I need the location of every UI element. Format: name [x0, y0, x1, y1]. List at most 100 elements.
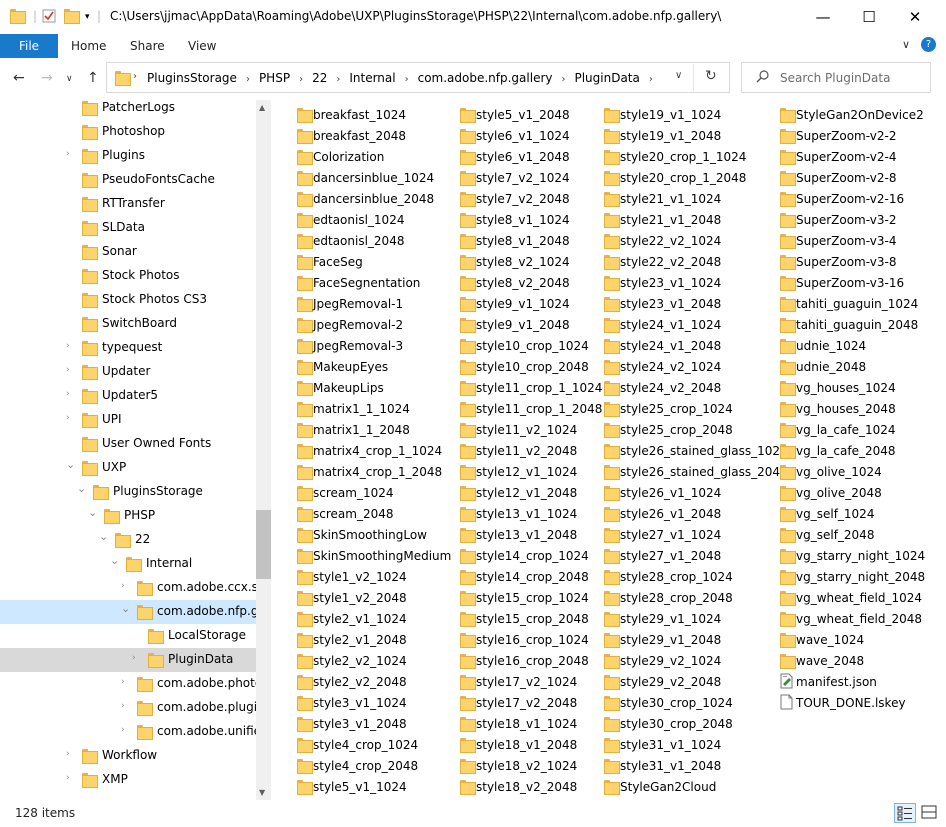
breadcrumb-phsp[interactable]: PHSP [259, 71, 290, 85]
nav-item-updater5[interactable]: › Updater5 [0, 384, 256, 408]
chevron-right-icon[interactable]: › [561, 74, 565, 85]
tab-share[interactable]: Share [130, 39, 165, 53]
chevron-down-icon[interactable]: ⌄ [121, 602, 130, 615]
folder-icon [82, 749, 98, 765]
nav-item-switchboard[interactable]: SwitchBoard [0, 312, 256, 336]
chevron-right-icon[interactable]: › [299, 74, 303, 85]
nav-item-com-adobe-nfp-gallery[interactable]: ⌄ com.adobe.nfp.gallery [0, 600, 271, 624]
chevron-right-icon[interactable]: › [121, 701, 125, 711]
nav-item-internal[interactable]: ⌄ Internal [0, 552, 256, 576]
chevron-right-icon[interactable]: › [66, 749, 70, 759]
nav-item-plugins[interactable]: › Plugins [0, 144, 256, 168]
details-view-button[interactable] [894, 803, 916, 823]
nav-item-patcherlogs[interactable]: PatcherLogs [0, 100, 256, 120]
nav-item-22[interactable]: ⌄ 22 [0, 528, 256, 552]
forward-arrow-icon[interactable]: → [41, 70, 53, 86]
chevron-right-icon[interactable]: › [649, 74, 653, 85]
nav-item-com-adobe-unifiedpanel[interactable]: › com.adobe.unifiedpanel [0, 720, 271, 744]
minimize-button[interactable]: — [800, 0, 846, 34]
folder-icon [82, 461, 98, 477]
chevron-right-icon[interactable]: › [121, 677, 125, 687]
customize-toolbar-icon[interactable]: ▾ [85, 12, 90, 22]
chevron-right-icon[interactable]: › [246, 74, 250, 85]
nav-item-com-adobe-ccx-start[interactable]: › com.adobe.ccx.start [0, 576, 271, 600]
nav-item-updater[interactable]: › Updater [0, 360, 256, 384]
chevron-right-icon[interactable]: › [133, 71, 137, 82]
chevron-right-icon[interactable]: › [405, 74, 409, 85]
nav-item-sldata[interactable]: SLData [0, 216, 256, 240]
chevron-right-icon[interactable]: › [66, 149, 70, 159]
tab-file[interactable]: File [0, 34, 58, 58]
folder-name: vg_self_2048 [796, 528, 875, 542]
chevron-right-icon[interactable]: › [66, 773, 70, 783]
breadcrumb-plugindata[interactable]: PluginData [574, 71, 639, 85]
folder-icon [137, 677, 153, 693]
chevron-right-icon[interactable]: › [132, 653, 136, 663]
folder-name: MakeupLips [313, 381, 384, 395]
folder-icon [460, 759, 476, 775]
search-input[interactable]: Search PluginData [741, 62, 931, 93]
folder-name: vg_olive_2048 [796, 486, 882, 500]
chevron-down-icon[interactable]: ⌄ [88, 506, 97, 519]
back-arrow-icon[interactable]: ← [13, 70, 25, 86]
scroll-down-arrow-icon[interactable]: ▼ [259, 788, 265, 797]
large-icons-view-button[interactable] [919, 803, 941, 823]
up-arrow-icon[interactable]: ↑ [87, 70, 99, 86]
recent-locations-icon[interactable]: ∨ [66, 74, 73, 84]
address-history-icon[interactable]: ∨ [675, 70, 682, 81]
nav-item-localstorage[interactable]: LocalStorage [0, 624, 256, 648]
nav-item-stock-photos[interactable]: Stock Photos [0, 264, 256, 288]
chevron-right-icon[interactable]: › [66, 341, 70, 351]
new-folder-icon[interactable] [64, 9, 80, 25]
chevron-right-icon[interactable]: › [66, 413, 70, 423]
tab-view[interactable]: View [188, 39, 216, 53]
maximize-button[interactable]: ☐ [846, 0, 892, 34]
nav-scrollbar[interactable]: ▲ ▼ [256, 100, 271, 800]
nav-item-workflow[interactable]: › Workflow [0, 744, 256, 768]
tab-home[interactable]: Home [71, 39, 106, 53]
nav-item-com-adobe-pluginspanel[interactable]: › com.adobe.pluginspanel [0, 696, 271, 720]
breadcrumb-pluginsstorage[interactable]: PluginsStorage [147, 71, 237, 85]
chevron-down-icon[interactable]: ⌄ [77, 482, 86, 495]
scrollbar-thumb[interactable] [256, 510, 271, 579]
nav-item-upi[interactable]: › UPI [0, 408, 256, 432]
chevron-down-icon[interactable]: ⌄ [99, 530, 108, 543]
folder-name: style27_v1_2048 [620, 549, 722, 563]
chevron-down-icon[interactable]: ⌄ [110, 554, 119, 567]
nav-item-pluginsstorage[interactable]: ⌄ PluginsStorage [0, 480, 256, 504]
scroll-up-arrow-icon[interactable]: ▲ [259, 103, 265, 112]
nav-item-photoshop[interactable]: Photoshop [0, 120, 256, 144]
nav-item-sonar[interactable]: Sonar [0, 240, 256, 264]
breadcrumb-internal[interactable]: Internal [349, 71, 395, 85]
nav-item-pseudofontscache[interactable]: PseudoFontsCache [0, 168, 256, 192]
nav-item-plugindata[interactable]: › PluginData [0, 648, 256, 672]
chevron-down-icon[interactable]: ∨ [902, 38, 910, 51]
chevron-right-icon[interactable]: › [336, 74, 340, 85]
folder-name: tahiti_guaguin_1024 [796, 297, 919, 311]
address-bar[interactable]: › PluginsStorage › PHSP › 22 › Internal › com.ad… [106, 62, 730, 93]
chevron-down-icon[interactable]: ⌄ [66, 458, 75, 471]
chevron-right-icon[interactable]: › [66, 365, 70, 375]
breadcrumb-22[interactable]: 22 [312, 71, 327, 85]
nav-item-uxp[interactable]: ⌄ UXP [0, 456, 256, 480]
folder-icon [137, 581, 153, 597]
nav-item-rttransfer[interactable]: RTTransfer [0, 192, 256, 216]
refresh-icon[interactable]: ↻ [705, 68, 717, 84]
properties-icon[interactable] [42, 9, 56, 26]
nav-item-typequest[interactable]: › typequest [0, 336, 256, 360]
chevron-right-icon[interactable]: › [121, 725, 125, 735]
nav-item-com-adobe-photoshop[interactable]: › com.adobe.photoshop [0, 672, 271, 696]
folder-name: style24_v2_1024 [620, 360, 722, 374]
nav-item-phsp[interactable]: ⌄ PHSP [0, 504, 256, 528]
close-button[interactable]: ✕ [892, 0, 938, 34]
folder-name: style24_v1_1024 [620, 318, 722, 332]
nav-item-stock-photos-cs3[interactable]: Stock Photos CS3 [0, 288, 256, 312]
chevron-right-icon[interactable]: › [121, 581, 125, 591]
folder-icon [604, 633, 620, 649]
breadcrumb-nfp-gallery[interactable]: com.adobe.nfp.gallery [418, 71, 553, 85]
folder-icon [297, 192, 313, 208]
nav-item-xmp[interactable]: › XMP [0, 768, 256, 792]
chevron-right-icon[interactable]: › [66, 389, 70, 399]
help-icon[interactable]: ? [921, 37, 936, 52]
nav-item-user-owned-fonts[interactable]: User Owned Fonts [0, 432, 256, 456]
